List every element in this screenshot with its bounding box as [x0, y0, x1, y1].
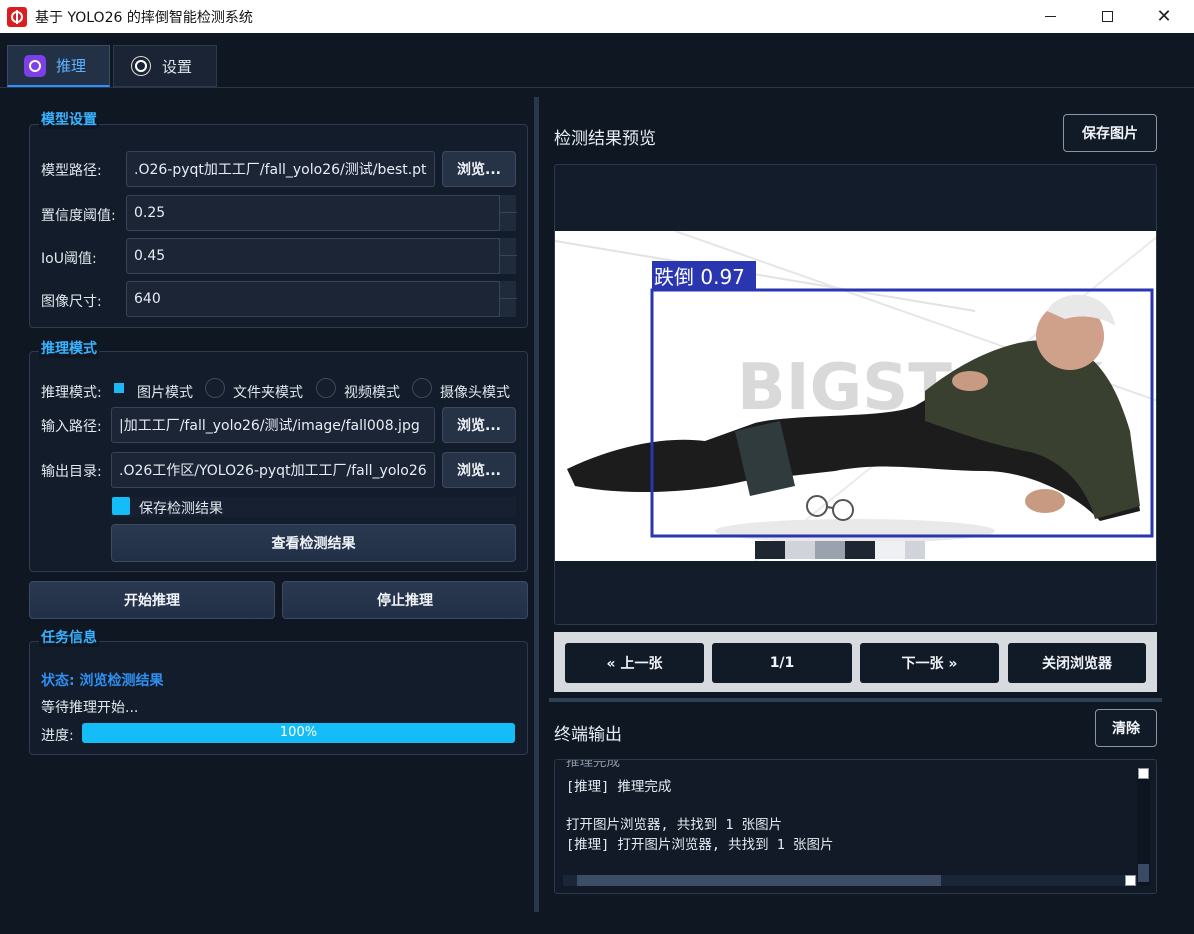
- next-image-button[interactable]: 下一张 »: [860, 643, 999, 683]
- page-indicator: 1/1: [712, 643, 852, 683]
- progress-label: 进度:: [41, 728, 74, 744]
- scroll-up-icon[interactable]: [1138, 768, 1149, 779]
- video-mode-radio[interactable]: [316, 378, 336, 398]
- maximize-button[interactable]: [1077, 0, 1137, 33]
- confidence-spinbox[interactable]: 0.25: [126, 195, 500, 231]
- image-size-stepper[interactable]: [499, 281, 517, 317]
- preview-title: 检测结果预览: [554, 129, 656, 149]
- target-icon: [24, 54, 46, 77]
- camera-mode-label[interactable]: 摄像头模式: [440, 382, 510, 402]
- image-size-label: 图像尺寸:: [41, 294, 102, 310]
- view-results-button[interactable]: 查看检测结果: [111, 524, 516, 562]
- terminal-line: [推理] 打开图片浏览器, 共找到 1 张图片: [566, 837, 834, 853]
- tab-settings-label: 设置: [162, 57, 193, 76]
- mode-label: 推理模式:: [41, 385, 102, 401]
- save-results-label[interactable]: 保存检测结果: [139, 498, 223, 518]
- sun-gear-icon: [130, 55, 152, 77]
- input-path-label: 输入路径:: [41, 419, 102, 435]
- terminal-line: [推理] 推理完成: [566, 779, 672, 795]
- status-message: 等待推理开始...: [41, 700, 139, 716]
- terminal-horizontal-scrollbar[interactable]: [563, 875, 1137, 886]
- vertical-splitter[interactable]: [534, 97, 539, 912]
- terminal-vertical-scrollbar[interactable]: [1137, 768, 1150, 886]
- task-info-title: 任务信息: [39, 627, 99, 647]
- model-settings-title: 模型设置: [39, 109, 99, 129]
- output-dir-input[interactable]: .O26工作区/YOLO26-pyqt加工工厂/fall_yolo26: [111, 452, 435, 488]
- minimize-button[interactable]: [1020, 0, 1080, 33]
- scroll-thumb[interactable]: [1138, 864, 1149, 882]
- input-path-input[interactable]: |加工工厂/fall_yolo26/测试/image/fall008.jpg: [111, 407, 435, 443]
- output-dir-label: 输出目录:: [41, 464, 102, 480]
- tab-inference[interactable]: 推理: [7, 45, 110, 87]
- video-mode-label[interactable]: 视频模式: [344, 382, 400, 402]
- tab-bar: 推理 设置: [0, 33, 1194, 88]
- save-image-button[interactable]: 保存图片: [1063, 114, 1157, 152]
- input-browse-button[interactable]: 浏览...: [442, 407, 516, 443]
- model-path-label: 模型路径:: [41, 163, 102, 179]
- output-browse-button[interactable]: 浏览...: [442, 452, 516, 488]
- preview-area: BIGSTOCK 跌倒 0.97: [554, 164, 1157, 625]
- scroll-thumb[interactable]: [577, 875, 941, 886]
- terminal-title: 终端输出: [554, 725, 622, 745]
- close-button[interactable]: ✕: [1134, 0, 1194, 33]
- minimize-icon: [1044, 16, 1056, 17]
- folder-mode-label[interactable]: 文件夹模式: [233, 382, 303, 402]
- clear-terminal-button[interactable]: 清除: [1095, 709, 1157, 747]
- close-icon: ✕: [1156, 5, 1172, 27]
- image-mode-radio[interactable]: [110, 379, 130, 399]
- status-text: 状态: 浏览检测结果: [41, 673, 164, 689]
- inference-mode-title: 推理模式: [39, 338, 99, 358]
- tab-settings[interactable]: 设置: [113, 45, 217, 87]
- save-results-checkbox[interactable]: [112, 497, 130, 515]
- image-navigation: « 上一张 1/1 下一张 » 关闭浏览器: [554, 632, 1157, 692]
- model-path-input[interactable]: .O26-pyqt加工工厂/fall_yolo26/测试/best.pt: [126, 151, 435, 187]
- model-browse-button[interactable]: 浏览...: [442, 151, 516, 187]
- terminal-line: 打开图片浏览器, 共找到 1 张图片: [566, 817, 783, 833]
- title-bar: 基于 YOLO26 的摔倒智能检测系统 ✕: [0, 0, 1194, 33]
- stop-inference-button[interactable]: 停止推理: [282, 581, 528, 619]
- detection-image: BIGSTOCK 跌倒 0.97: [555, 231, 1156, 561]
- folder-mode-radio[interactable]: [205, 378, 225, 398]
- start-inference-button[interactable]: 开始推理: [29, 581, 275, 619]
- maximize-icon: [1101, 11, 1113, 22]
- terminal-line: 推理完成: [566, 759, 620, 770]
- confidence-label: 置信度阈值:: [41, 208, 116, 224]
- progress-bar: 100%: [82, 723, 515, 743]
- scroll-right-icon[interactable]: [1125, 875, 1136, 886]
- window-title: 基于 YOLO26 的摔倒智能检测系统: [35, 9, 253, 26]
- confidence-stepper[interactable]: [499, 195, 517, 231]
- detection-label: 跌倒 0.97: [654, 265, 745, 289]
- progress-text: 100%: [279, 725, 318, 740]
- app-logo-icon: [7, 6, 27, 27]
- image-mode-label[interactable]: 图片模式: [137, 382, 193, 402]
- horizontal-splitter[interactable]: [549, 698, 1162, 702]
- iou-stepper[interactable]: [499, 238, 517, 274]
- camera-mode-radio[interactable]: [412, 378, 432, 398]
- iou-spinbox[interactable]: 0.45: [126, 238, 500, 274]
- iou-label: IoU阈值:: [41, 251, 97, 267]
- tab-inference-label: 推理: [56, 57, 87, 75]
- prev-image-button[interactable]: « 上一张: [565, 643, 704, 683]
- image-size-spinbox[interactable]: 640: [126, 281, 500, 317]
- close-browser-button[interactable]: 关闭浏览器: [1008, 643, 1146, 683]
- terminal-output[interactable]: 推理完成 [推理] 推理完成 打开图片浏览器, 共找到 1 张图片 [推理] 打…: [554, 759, 1157, 894]
